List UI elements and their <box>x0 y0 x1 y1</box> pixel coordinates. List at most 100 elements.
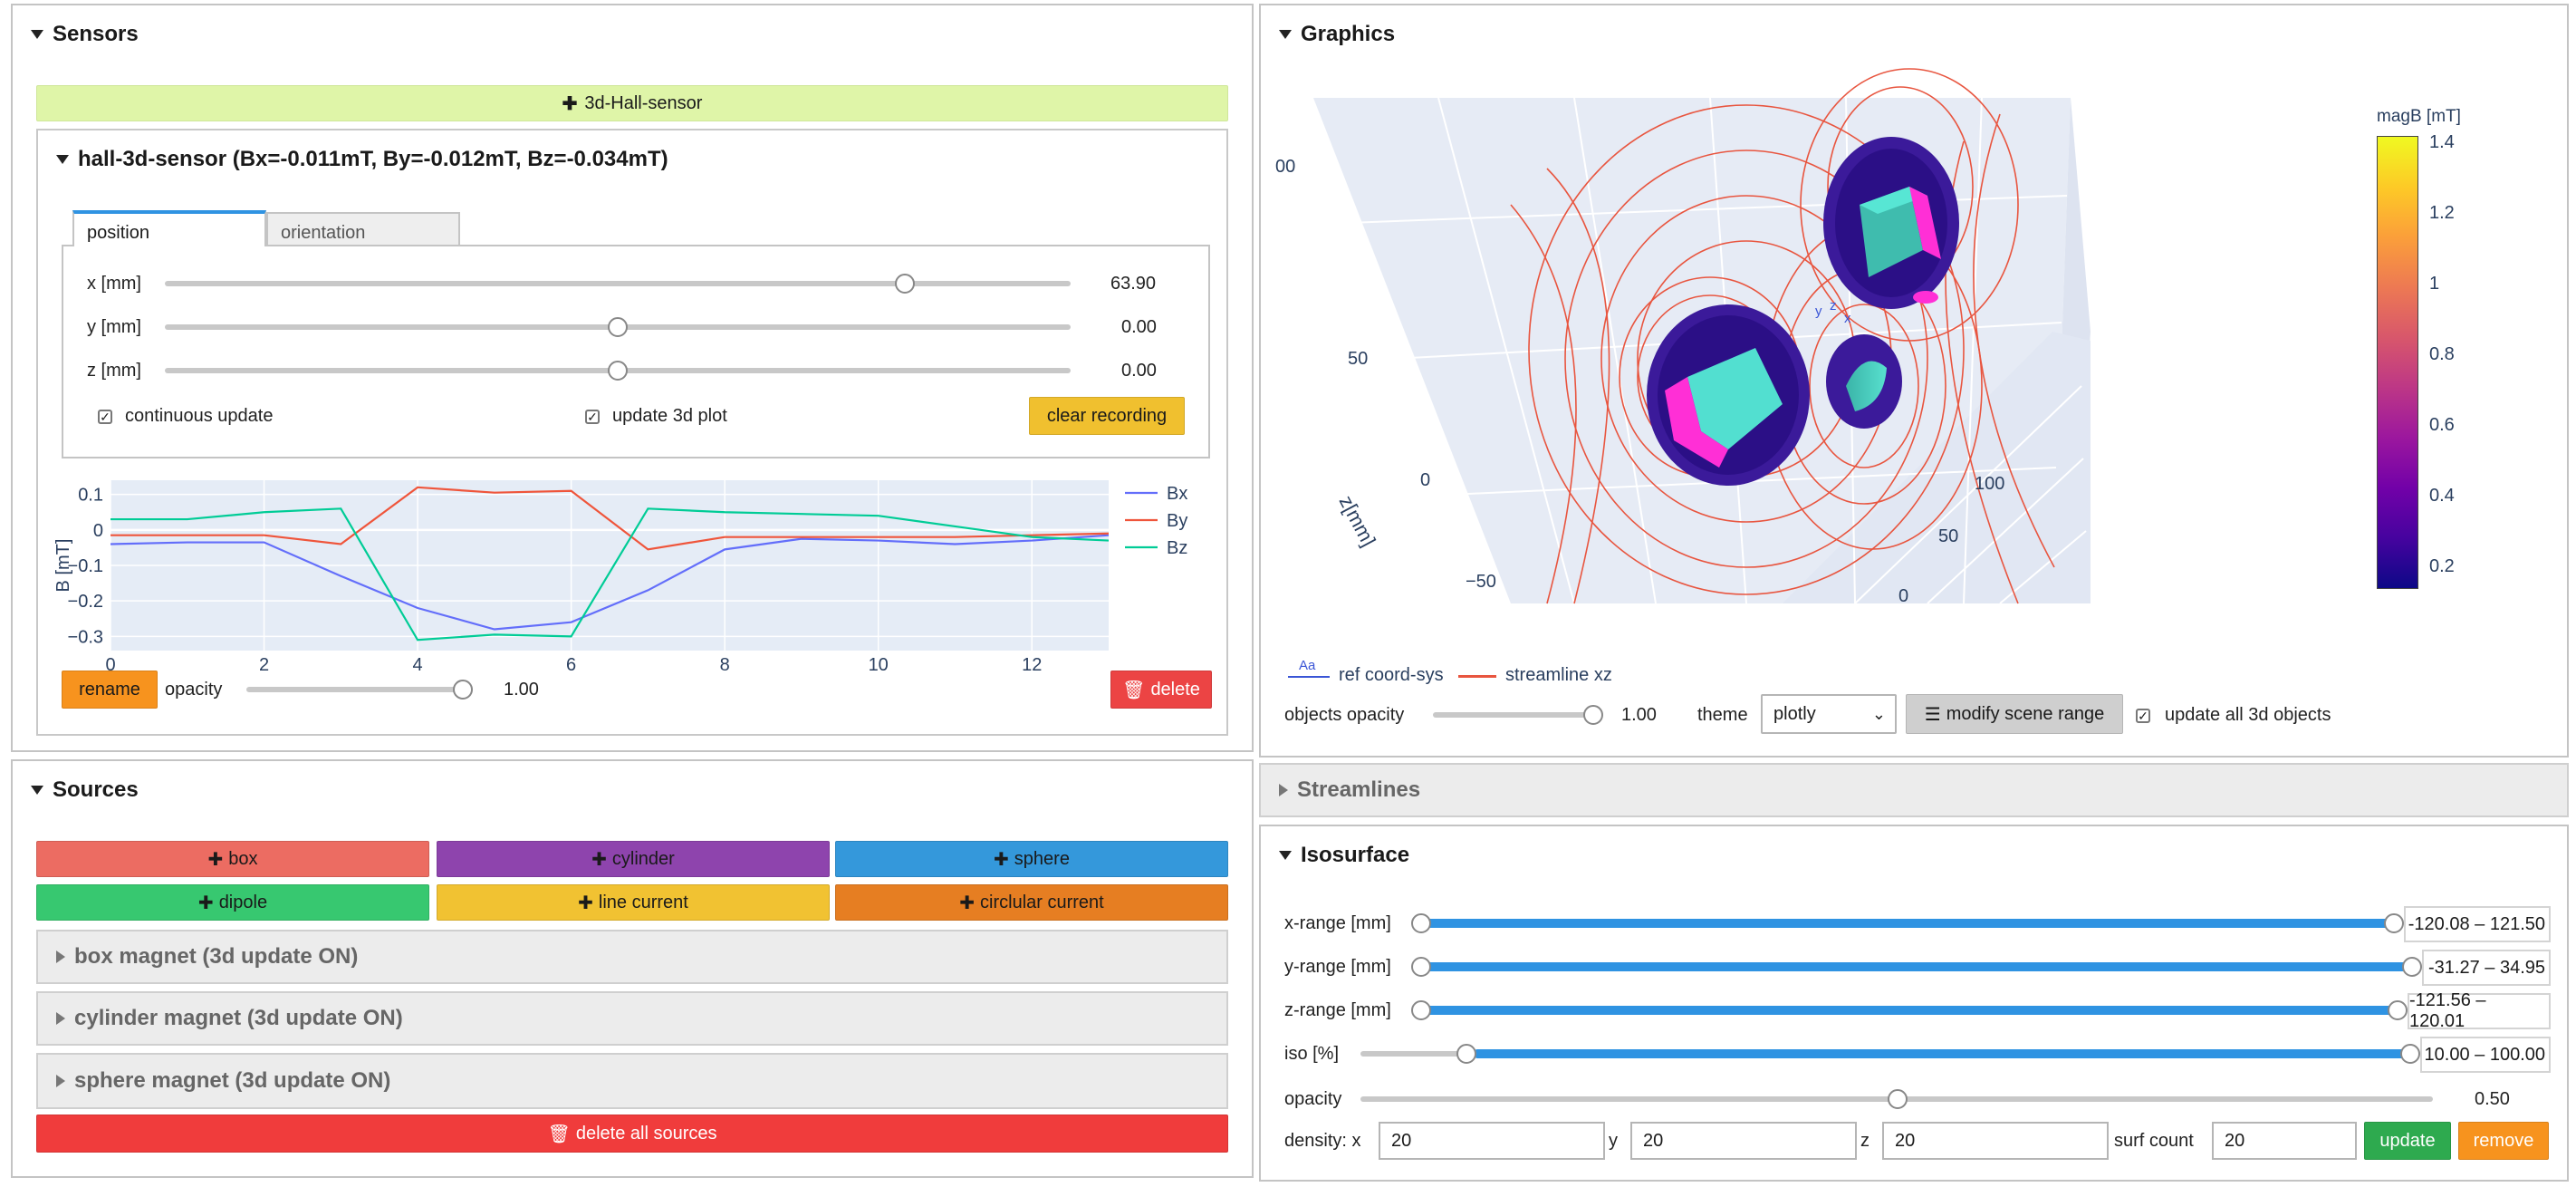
z-slider-handle[interactable] <box>608 361 628 381</box>
x-slider-track[interactable] <box>165 281 1071 286</box>
box-magnet-accordion[interactable]: box magnet (3d update ON) <box>36 930 1228 984</box>
theme-select[interactable]: plotly ⌄ <box>1761 694 1897 734</box>
x-range-value: -120.08 – 121.50 <box>2404 906 2551 942</box>
update-3d-plot-label: update 3d plot <box>612 406 727 426</box>
add-circular-current-label: circlular current <box>980 892 1104 912</box>
objects-opacity-track[interactable] <box>1433 712 1594 718</box>
z-range-max-handle[interactable] <box>2388 1000 2408 1020</box>
colorbar-tick: 1 <box>2429 274 2440 294</box>
remove-isosurface-button[interactable]: remove <box>2458 1122 2549 1160</box>
add-line-current-button[interactable]: ✚ line current <box>437 884 830 921</box>
isosurface-header[interactable]: Isosurface <box>1279 843 1409 868</box>
x-range-track[interactable] <box>1422 919 2395 928</box>
x-slider-label: x [mm] <box>87 274 141 294</box>
y-tick-50: 50 <box>1938 526 1958 546</box>
y-range-min-handle[interactable] <box>1411 957 1431 977</box>
sensor-field-chart: 0 2 4 6 8 10 120.10−0.1−0.2−0.3B [mT]BxByBz <box>53 480 1187 671</box>
sphere-magnet-label: sphere magnet (3d update ON) <box>74 1068 391 1093</box>
add-dipole-label: dipole <box>218 892 268 912</box>
remove-label: remove <box>2473 1130 2534 1151</box>
x-range-value-text: -120.08 – 121.50 <box>2408 913 2545 934</box>
density-x-value: 20 <box>1391 1130 1412 1151</box>
streamline-legend-label[interactable]: streamline xz <box>1505 665 1612 686</box>
sensors-header[interactable]: Sensors <box>31 22 139 47</box>
y-tick-label: 0.1 <box>78 486 103 506</box>
x-range-max-handle[interactable] <box>2384 913 2404 933</box>
add-sphere-button[interactable]: ✚ sphere <box>835 841 1228 877</box>
iso-min-handle[interactable] <box>1456 1044 1476 1064</box>
z-range-value: -121.56 – 120.01 <box>2408 990 2551 1031</box>
continuous-update-label: continuous update <box>125 406 274 426</box>
z-range-track[interactable] <box>1422 1006 2398 1015</box>
streamlines-title: Streamlines <box>1297 777 1421 802</box>
sensor-opacity-label: opacity <box>165 680 223 700</box>
rename-button[interactable]: rename <box>62 671 158 709</box>
delete-sensor-label: delete <box>1150 679 1200 700</box>
caret-down-icon <box>1279 30 1292 39</box>
update-isosurface-button[interactable]: update <box>2364 1122 2451 1160</box>
modify-scene-range-button[interactable]: ☰ modify scene range <box>1906 694 2123 734</box>
add-cylinder-button[interactable]: ✚ cylinder <box>437 841 830 877</box>
iso-opacity-handle[interactable] <box>1888 1089 1908 1109</box>
z-axis-title: z[mm] <box>1335 492 1380 551</box>
3d-scene[interactable]: z x y 00 50 0 −50 z[mm] 100 50 0 <box>1275 60 2127 640</box>
x-range-min-handle[interactable] <box>1411 913 1431 933</box>
graphics-panel: Graphics z x y 00 50 0 −50 z[mm] 100 50 … <box>1259 4 2569 758</box>
sources-header[interactable]: Sources <box>31 777 139 803</box>
x-slider-handle[interactable] <box>895 274 915 294</box>
tab-position[interactable]: position <box>72 210 266 246</box>
y-range-max-handle[interactable] <box>2402 957 2422 977</box>
sensor-header[interactable]: hall-3d-sensor (Bx=-0.011mT, By=-0.012mT… <box>56 147 668 172</box>
density-z-input[interactable]: 20 <box>1882 1122 2109 1160</box>
plus-icon: ✚ <box>578 893 593 913</box>
y-slider-label: y [mm] <box>87 317 141 337</box>
add-3d-hall-sensor-button[interactable]: ✚ 3d-Hall-sensor <box>36 85 1228 121</box>
update-3d-plot-checkbox[interactable]: ✓ <box>585 410 600 424</box>
delete-sensor-button[interactable]: 🗑 delete <box>1110 671 1212 709</box>
objects-opacity-handle[interactable] <box>1583 705 1603 725</box>
add-sphere-label: sphere <box>1014 848 1070 869</box>
y-slider-handle[interactable] <box>608 317 628 337</box>
z-range-value-text: -121.56 – 120.01 <box>2409 990 2486 1031</box>
iso-value: 10.00 – 100.00 <box>2420 1037 2551 1073</box>
iso-max-handle[interactable] <box>2400 1044 2420 1064</box>
cylinder-magnet-accordion[interactable]: cylinder magnet (3d update ON) <box>36 991 1228 1046</box>
sources-panel: Sources ✚ box ✚ cylinder ✚ sphere ✚ dipole ✚… <box>11 759 1254 1178</box>
continuous-update-checkbox[interactable]: ✓ <box>98 410 112 424</box>
add-box-button[interactable]: ✚ box <box>36 841 429 877</box>
sensor-opacity-value: 1.00 <box>504 680 539 700</box>
z-tick-neg50: −50 <box>1466 572 1496 592</box>
update-all-3d-checkbox[interactable]: ✓ <box>2136 709 2150 723</box>
tab-orientation[interactable]: orientation <box>266 212 460 246</box>
clear-recording-button[interactable]: clear recording <box>1029 397 1185 435</box>
caret-down-icon <box>56 155 69 164</box>
sensors-title: Sensors <box>53 22 139 46</box>
sphere-magnet-accordion[interactable]: sphere magnet (3d update ON) <box>36 1053 1228 1109</box>
x-slider-value: 63.90 <box>1110 274 1157 294</box>
add-dipole-button[interactable]: ✚ dipole <box>36 884 429 921</box>
ref-coord-legend-label[interactable]: ref coord-sys <box>1339 665 1444 686</box>
delete-all-sources-button[interactable]: 🗑 delete all sources <box>36 1115 1228 1153</box>
z-range-min-handle[interactable] <box>1411 1000 1431 1020</box>
caret-right-icon <box>56 1012 65 1025</box>
iso-track[interactable] <box>1473 1049 2415 1058</box>
density-x-input[interactable]: 20 <box>1379 1122 1605 1160</box>
y-range-track[interactable] <box>1422 962 2413 971</box>
density-y-input[interactable]: 20 <box>1630 1122 1857 1160</box>
caret-right-icon <box>56 1075 65 1087</box>
legend-label-bz: Bz <box>1167 538 1187 558</box>
graphics-header[interactable]: Graphics <box>1279 22 1395 47</box>
caret-down-icon <box>1279 851 1292 860</box>
colorbar-tick: 1.2 <box>2429 203 2455 223</box>
isosurface-panel: Isosurface x-range [mm] -120.08 – 121.50… <box>1259 825 2569 1182</box>
plus-icon: ✚ <box>959 893 976 913</box>
plus-icon: ✚ <box>994 849 1009 870</box>
ref-coord-legend-symbol: Aa <box>1299 658 1316 673</box>
surf-count-input[interactable]: 20 <box>2212 1122 2357 1160</box>
sensor-opacity-handle[interactable] <box>453 680 473 700</box>
sensor-opacity-track[interactable] <box>246 687 464 692</box>
y-tick-0: 0 <box>1898 586 1908 606</box>
add-circular-current-button[interactable]: ✚ circlular current <box>835 884 1228 921</box>
streamlines-accordion[interactable]: Streamlines <box>1259 763 2569 817</box>
z-range-label: z-range [mm] <box>1284 1000 1391 1020</box>
